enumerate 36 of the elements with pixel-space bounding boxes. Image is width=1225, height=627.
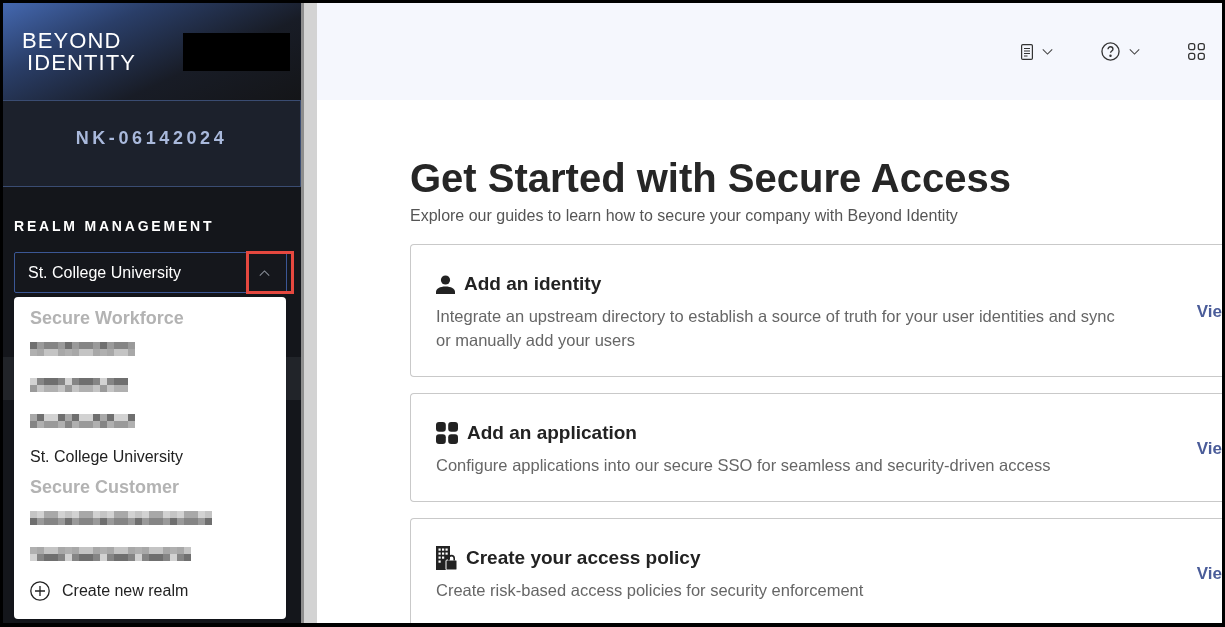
apps-icon <box>436 422 458 444</box>
logo: BEYOND IDENTITY <box>22 29 137 74</box>
menu-item[interactable]: St. College University <box>30 445 183 469</box>
card-description: Integrate an upstream directory to establish a source of truth for your user identities and sync or manually add your users <box>436 306 1116 351</box>
page-title: Get Started with Secure Access <box>410 155 1012 202</box>
select-value: St. College University <box>27 262 181 283</box>
view-link[interactable]: Vie <box>1196 560 1222 587</box>
person-icon <box>436 274 455 294</box>
blurred-menu-item[interactable] <box>30 511 212 525</box>
blurred-menu-item[interactable] <box>30 414 135 428</box>
page-subtitle: Explore our guides to learn how to secure your company with Beyond Identity <box>410 206 959 226</box>
menu-group-label: Secure Customer <box>30 476 180 499</box>
card-description: Configure applications into our secure SSO for seamless and security-driven access <box>436 455 1052 476</box>
blurred-menu-item[interactable] <box>30 547 191 561</box>
building-lock-icon <box>436 546 457 570</box>
plus-circle-icon <box>30 581 50 601</box>
card-title: Add an application <box>467 420 637 445</box>
create-realm-button[interactable]: Create new realm <box>30 579 189 603</box>
tenant-name: NK-06142024 <box>75 127 228 150</box>
document-icon <box>1021 43 1033 60</box>
panel-splitter[interactable] <box>301 3 317 623</box>
menu-group-label: Secure Workforce <box>30 306 184 330</box>
blurred-menu-item[interactable] <box>30 378 128 392</box>
grid-icon <box>1188 43 1205 60</box>
help-menu-button[interactable] <box>1101 42 1140 61</box>
blurred-menu-item[interactable] <box>30 342 135 356</box>
view-link[interactable]: Vie <box>1196 435 1222 462</box>
document-menu-button[interactable] <box>1021 43 1053 60</box>
card-title: Create your access policy <box>466 545 701 570</box>
realm-select[interactable]: St. College University <box>14 252 287 293</box>
apps-menu-button[interactable] <box>1188 43 1205 60</box>
view-link[interactable]: Vie <box>1196 298 1222 325</box>
card-title: Add an identity <box>464 271 602 296</box>
help-icon <box>1101 42 1120 61</box>
section-title: REALM MANAGEMENT <box>14 218 216 234</box>
card-description: Create risk-based access policies for security enforcement <box>436 580 865 601</box>
